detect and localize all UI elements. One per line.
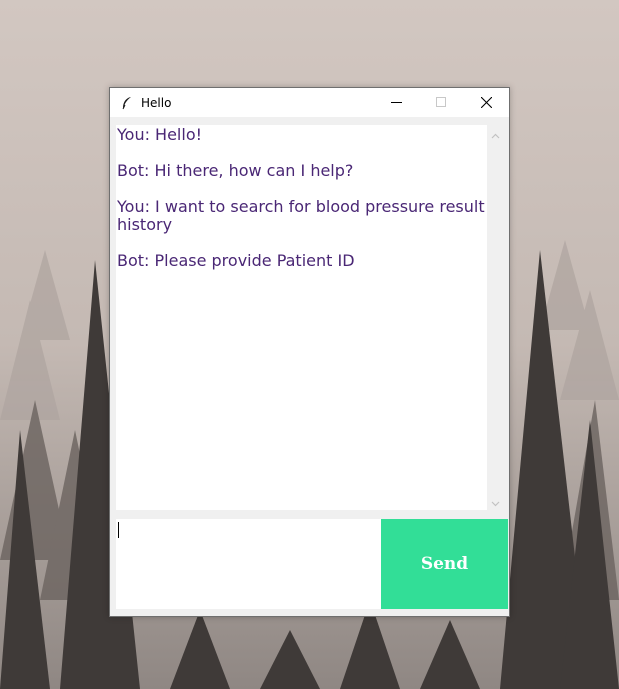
window-title: Hello <box>141 95 172 110</box>
close-button[interactable] <box>464 88 509 117</box>
chat-message: Bot: Please provide Patient ID <box>117 251 355 270</box>
message-input[interactable] <box>116 519 381 609</box>
chat-message: Bot: Hi there, how can I help? <box>117 161 354 180</box>
scroll-down-button[interactable] <box>487 493 504 510</box>
chevron-down-icon <box>491 492 500 511</box>
maximize-icon <box>436 93 447 112</box>
text-caret <box>118 522 119 538</box>
title-bar[interactable]: Hello <box>110 88 509 117</box>
chat-message: You: I want to search for blood pressure… <box>117 197 485 234</box>
maximize-button[interactable] <box>419 88 464 117</box>
window-controls <box>374 88 509 117</box>
minimize-button[interactable] <box>374 88 419 117</box>
close-icon <box>480 93 493 112</box>
chat-log[interactable]: You: Hello! Bot: Hi there, how can I hel… <box>116 125 487 510</box>
chevron-up-icon <box>491 124 500 143</box>
scroll-up-button[interactable] <box>487 125 504 142</box>
app-window: Hello You: Hello! Bot: Hi there, how can… <box>109 87 510 617</box>
send-button[interactable]: Send <box>381 519 508 609</box>
feather-icon <box>120 96 134 110</box>
chat-scrollbar[interactable] <box>487 125 504 510</box>
chat-message: You: Hello! <box>117 125 203 144</box>
minimize-icon <box>391 93 402 112</box>
